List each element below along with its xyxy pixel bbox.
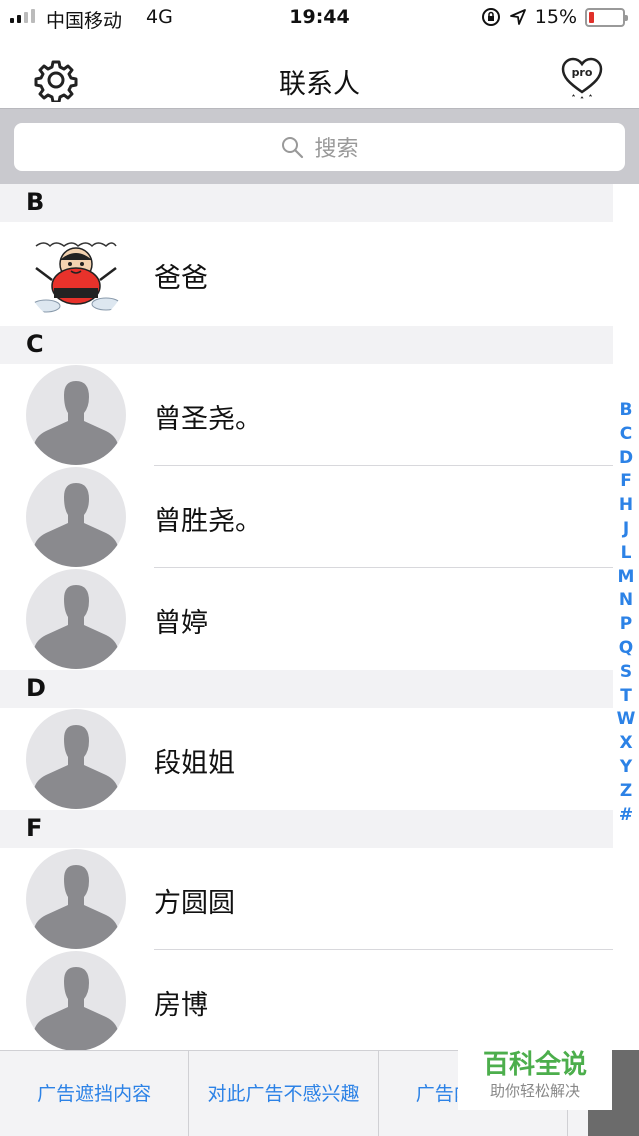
contact-row[interactable]: 方圆圆 — [0, 848, 613, 950]
contact-name: 曾婷 — [154, 608, 208, 639]
search-placeholder: 搜索 — [314, 137, 359, 162]
cartoon-avatar-icon — [31, 242, 121, 313]
battery-icon — [585, 7, 628, 27]
avatar — [26, 224, 126, 324]
index-letter[interactable]: F — [620, 470, 632, 494]
section-header-d: D — [0, 670, 613, 708]
avatar — [26, 365, 126, 465]
watermark-title: 百科全说 — [482, 1050, 587, 1080]
default-person-icon — [34, 483, 118, 567]
index-letter[interactable]: Y — [620, 756, 632, 780]
avatar — [26, 569, 126, 669]
avatar — [26, 951, 126, 1051]
contact-row[interactable]: 曾圣尧。 — [0, 364, 613, 466]
search-icon — [282, 137, 304, 159]
contact-row[interactable]: 爸爸 — [0, 222, 613, 326]
rotation-lock-icon — [481, 8, 500, 26]
default-person-icon — [34, 865, 118, 949]
status-bar: 中国移动 4G 19:44 15% — [0, 0, 639, 36]
index-letter[interactable]: J — [623, 518, 629, 542]
contact-row[interactable]: 曾胜尧。 — [0, 466, 613, 568]
index-letter[interactable]: M — [618, 566, 635, 590]
index-letter[interactable]: P — [620, 613, 632, 637]
contact-row[interactable]: 段姐姐 — [0, 708, 613, 810]
default-person-icon — [34, 585, 118, 669]
search-area: 搜索 — [0, 108, 639, 184]
index-letter[interactable]: Q — [619, 637, 633, 661]
index-letter[interactable]: S — [620, 661, 632, 685]
ad-option-blocking[interactable]: 广告遮挡内容 — [0, 1051, 190, 1136]
avatar — [26, 467, 126, 567]
section-header-c: C — [0, 326, 613, 364]
default-person-icon — [34, 381, 118, 465]
index-letter[interactable]: Z — [620, 780, 632, 804]
navigation-bar: 联系人 pro — [0, 36, 639, 108]
section-header-b: B — [0, 184, 613, 222]
section-header-f: F — [0, 810, 613, 848]
index-letter[interactable]: T — [620, 685, 632, 709]
pro-label: pro — [572, 66, 593, 79]
contact-row[interactable]: 曾婷 — [0, 568, 613, 670]
alphabet-index[interactable]: B C D F H J L M N P Q S T W X Y Z # — [615, 399, 637, 827]
contact-list[interactable]: B 爸爸 C 曾圣尧。 曾胜尧。 曾婷 D 段姐姐 F 方圆圆 房博 — [0, 184, 639, 1052]
avatar — [26, 849, 126, 949]
heart-pro-icon[interactable]: pro — [559, 56, 605, 102]
contact-name: 方圆圆 — [154, 888, 235, 919]
index-letter[interactable]: W — [617, 708, 636, 732]
index-letter[interactable]: D — [619, 447, 633, 471]
index-letter[interactable]: X — [619, 732, 632, 756]
watermark: 百科全说 助你轻松解决 — [458, 1048, 612, 1110]
search-input[interactable]: 搜索 — [14, 123, 625, 171]
contact-name: 曾圣尧。 — [154, 404, 262, 435]
contact-name: 房博 — [154, 990, 208, 1021]
index-letter[interactable]: C — [620, 423, 632, 447]
page-title: 联系人 — [279, 69, 360, 100]
contact-name: 曾胜尧。 — [154, 506, 262, 537]
watermark-subtitle: 助你轻松解决 — [489, 1082, 580, 1100]
index-letter[interactable]: H — [619, 494, 633, 518]
default-person-icon — [34, 725, 118, 809]
index-letter[interactable]: L — [621, 542, 632, 566]
index-letter[interactable]: N — [619, 589, 633, 613]
battery-level-fill — [589, 11, 594, 23]
battery-percent: 15% — [534, 6, 577, 28]
contact-row[interactable]: 房博 — [0, 950, 613, 1052]
contact-name: 段姐姐 — [154, 748, 235, 779]
ad-option-not-interested[interactable]: 对此广告不感兴趣 — [189, 1051, 379, 1136]
index-letter[interactable]: B — [620, 399, 633, 423]
location-arrow-icon — [509, 9, 526, 25]
default-person-icon — [34, 967, 118, 1051]
contact-name: 爸爸 — [154, 263, 208, 294]
index-letter[interactable]: # — [619, 804, 633, 828]
avatar — [26, 709, 126, 809]
